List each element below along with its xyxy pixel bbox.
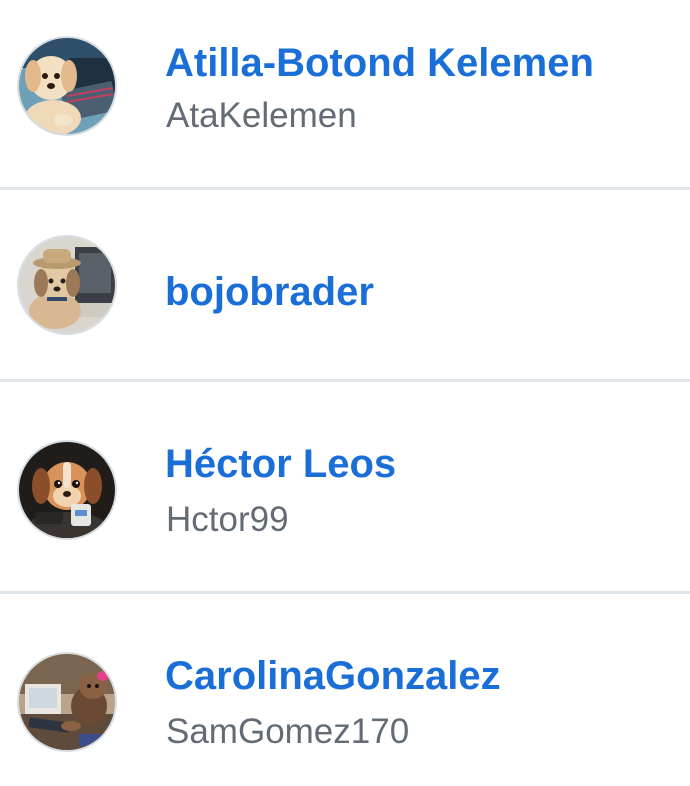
user-row-bojobrader[interactable]: bojobrader bbox=[0, 190, 690, 380]
puppy-with-hat-at-laptop-avatar-icon[interactable] bbox=[19, 237, 115, 333]
user-row-samgomez170[interactable]: CarolinaGonzalez SamGomez170 bbox=[0, 594, 690, 786]
user-username: SamGomez170 bbox=[166, 712, 410, 751]
user-username: Hctor99 bbox=[166, 500, 289, 539]
user-display-name[interactable]: Atilla-Botond Kelemen bbox=[165, 43, 594, 83]
user-username: AtaKelemen bbox=[166, 96, 357, 135]
user-display-name[interactable]: Héctor Leos bbox=[165, 444, 396, 484]
user-row-hctor99[interactable]: Héctor Leos Hctor99 bbox=[0, 382, 690, 592]
user-list: Atilla-Botond Kelemen AtaKelemen bojobra… bbox=[0, 0, 690, 786]
puppy-with-coffee-avatar-icon[interactable] bbox=[19, 442, 115, 538]
puppy-at-keyboard-avatar-icon[interactable] bbox=[19, 38, 115, 134]
user-row-atakelemen[interactable]: Atilla-Botond Kelemen AtaKelemen bbox=[0, 0, 690, 188]
user-display-name[interactable]: bojobrader bbox=[165, 272, 374, 312]
dog-at-computer-desk-avatar-icon[interactable] bbox=[19, 654, 115, 750]
user-display-name[interactable]: CarolinaGonzalez bbox=[165, 656, 501, 696]
